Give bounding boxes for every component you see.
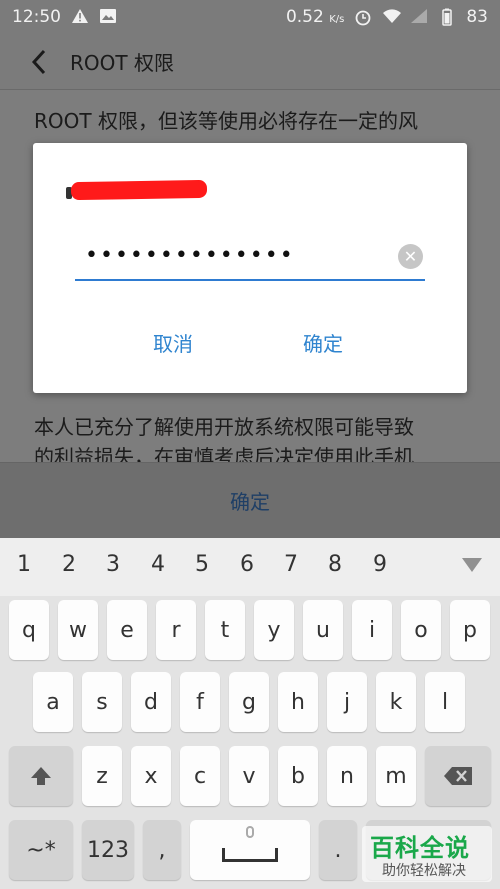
shift-key[interactable] (9, 746, 73, 806)
battery-level: 83 (466, 7, 488, 27)
key-t[interactable]: t (205, 600, 245, 660)
key-g[interactable]: g (229, 672, 269, 732)
cellular-signal-icon (410, 8, 428, 26)
status-bar: 12:50 0.52 K/s 83 (0, 0, 500, 34)
key-p[interactable]: p (450, 600, 490, 660)
number-row: 1 2 3 4 5 6 7 8 9 (0, 538, 500, 596)
password-masked-value: •••••••••••••• (85, 243, 295, 268)
key-w[interactable]: w (58, 600, 98, 660)
key-r[interactable]: r (156, 600, 196, 660)
clear-input-icon[interactable]: ✕ (398, 244, 423, 269)
key-b[interactable]: b (278, 746, 318, 806)
clock: 12:50 (12, 7, 61, 27)
key-o[interactable]: o (401, 600, 441, 660)
key-f[interactable]: f (180, 672, 220, 732)
app-bar: ROOT 权限 (0, 34, 500, 90)
page-confirm-button[interactable]: 确定 (0, 462, 500, 538)
period-key[interactable]: . (319, 820, 357, 880)
numbers-key[interactable]: 123 (82, 820, 134, 880)
key-d[interactable]: d (131, 672, 171, 732)
wifi-icon (382, 8, 402, 26)
key-c[interactable]: c (180, 746, 220, 806)
space-icon (222, 848, 278, 862)
ok-button[interactable]: 确定 (303, 328, 343, 357)
space-key[interactable] (190, 820, 310, 880)
key-j[interactable]: j (327, 672, 367, 732)
back-arrow-icon[interactable] (24, 47, 54, 77)
key-5[interactable]: 5 (188, 552, 216, 577)
key-7[interactable]: 7 (277, 552, 305, 577)
microphone-icon (246, 826, 254, 838)
comma-key[interactable]: , (143, 820, 181, 880)
key-e[interactable]: e (107, 600, 147, 660)
warning-icon (71, 8, 89, 26)
watermark-subtitle: 助你轻松解决 (382, 863, 466, 879)
key-k[interactable]: k (376, 672, 416, 732)
page-confirm-label: 确定 (230, 490, 270, 514)
key-q[interactable]: q (9, 600, 49, 660)
agreement-text-line-1: ROOT 权限，但该等使用必将存在一定的风 (34, 109, 418, 133)
key-i[interactable]: i (352, 600, 392, 660)
key-x[interactable]: x (131, 746, 171, 806)
key-y[interactable]: y (254, 600, 294, 660)
key-2[interactable]: 2 (55, 552, 83, 577)
battery-icon (438, 8, 456, 26)
backspace-key[interactable] (425, 746, 491, 806)
password-input[interactable]: •••••••••••••• (75, 239, 425, 281)
key-u[interactable]: u (303, 600, 343, 660)
watermark-logo: 百科全说 助你轻松解决 (362, 826, 492, 882)
key-m[interactable]: m (376, 746, 416, 806)
collapse-keyboard-icon[interactable] (462, 558, 482, 572)
network-speed: 0.52 K/s (285, 7, 345, 27)
agreement-text-line-3: 的利益损失，在审慎考虑后决定使用此手机 (34, 445, 414, 462)
key-v[interactable]: v (229, 746, 269, 806)
key-1[interactable]: 1 (10, 552, 38, 577)
key-8[interactable]: 8 (321, 552, 349, 577)
symbols-key[interactable]: ~* (9, 820, 73, 880)
alarm-icon (354, 8, 372, 26)
key-4[interactable]: 4 (144, 552, 172, 577)
key-l[interactable]: l (425, 672, 465, 732)
agreement-text-line-2: 本人已充分了解使用开放系统权限可能导致 (34, 415, 414, 439)
page-title: ROOT 权限 (70, 51, 174, 75)
key-n[interactable]: n (327, 746, 367, 806)
cancel-button[interactable]: 取消 (153, 328, 193, 357)
password-dialog: •••••••••••••• ✕ 取消 确定 (33, 143, 467, 393)
key-s[interactable]: s (82, 672, 122, 732)
image-notification-icon (99, 8, 117, 26)
key-h[interactable]: h (278, 672, 318, 732)
redacted-account-text (70, 179, 208, 201)
key-a[interactable]: a (33, 672, 73, 732)
shift-arrow-icon (31, 767, 51, 785)
key-9[interactable]: 9 (366, 552, 394, 577)
key-6[interactable]: 6 (233, 552, 261, 577)
watermark-title: 百科全说 (370, 834, 470, 862)
backspace-icon (444, 767, 472, 785)
key-z[interactable]: z (82, 746, 122, 806)
key-3[interactable]: 3 (99, 552, 127, 577)
